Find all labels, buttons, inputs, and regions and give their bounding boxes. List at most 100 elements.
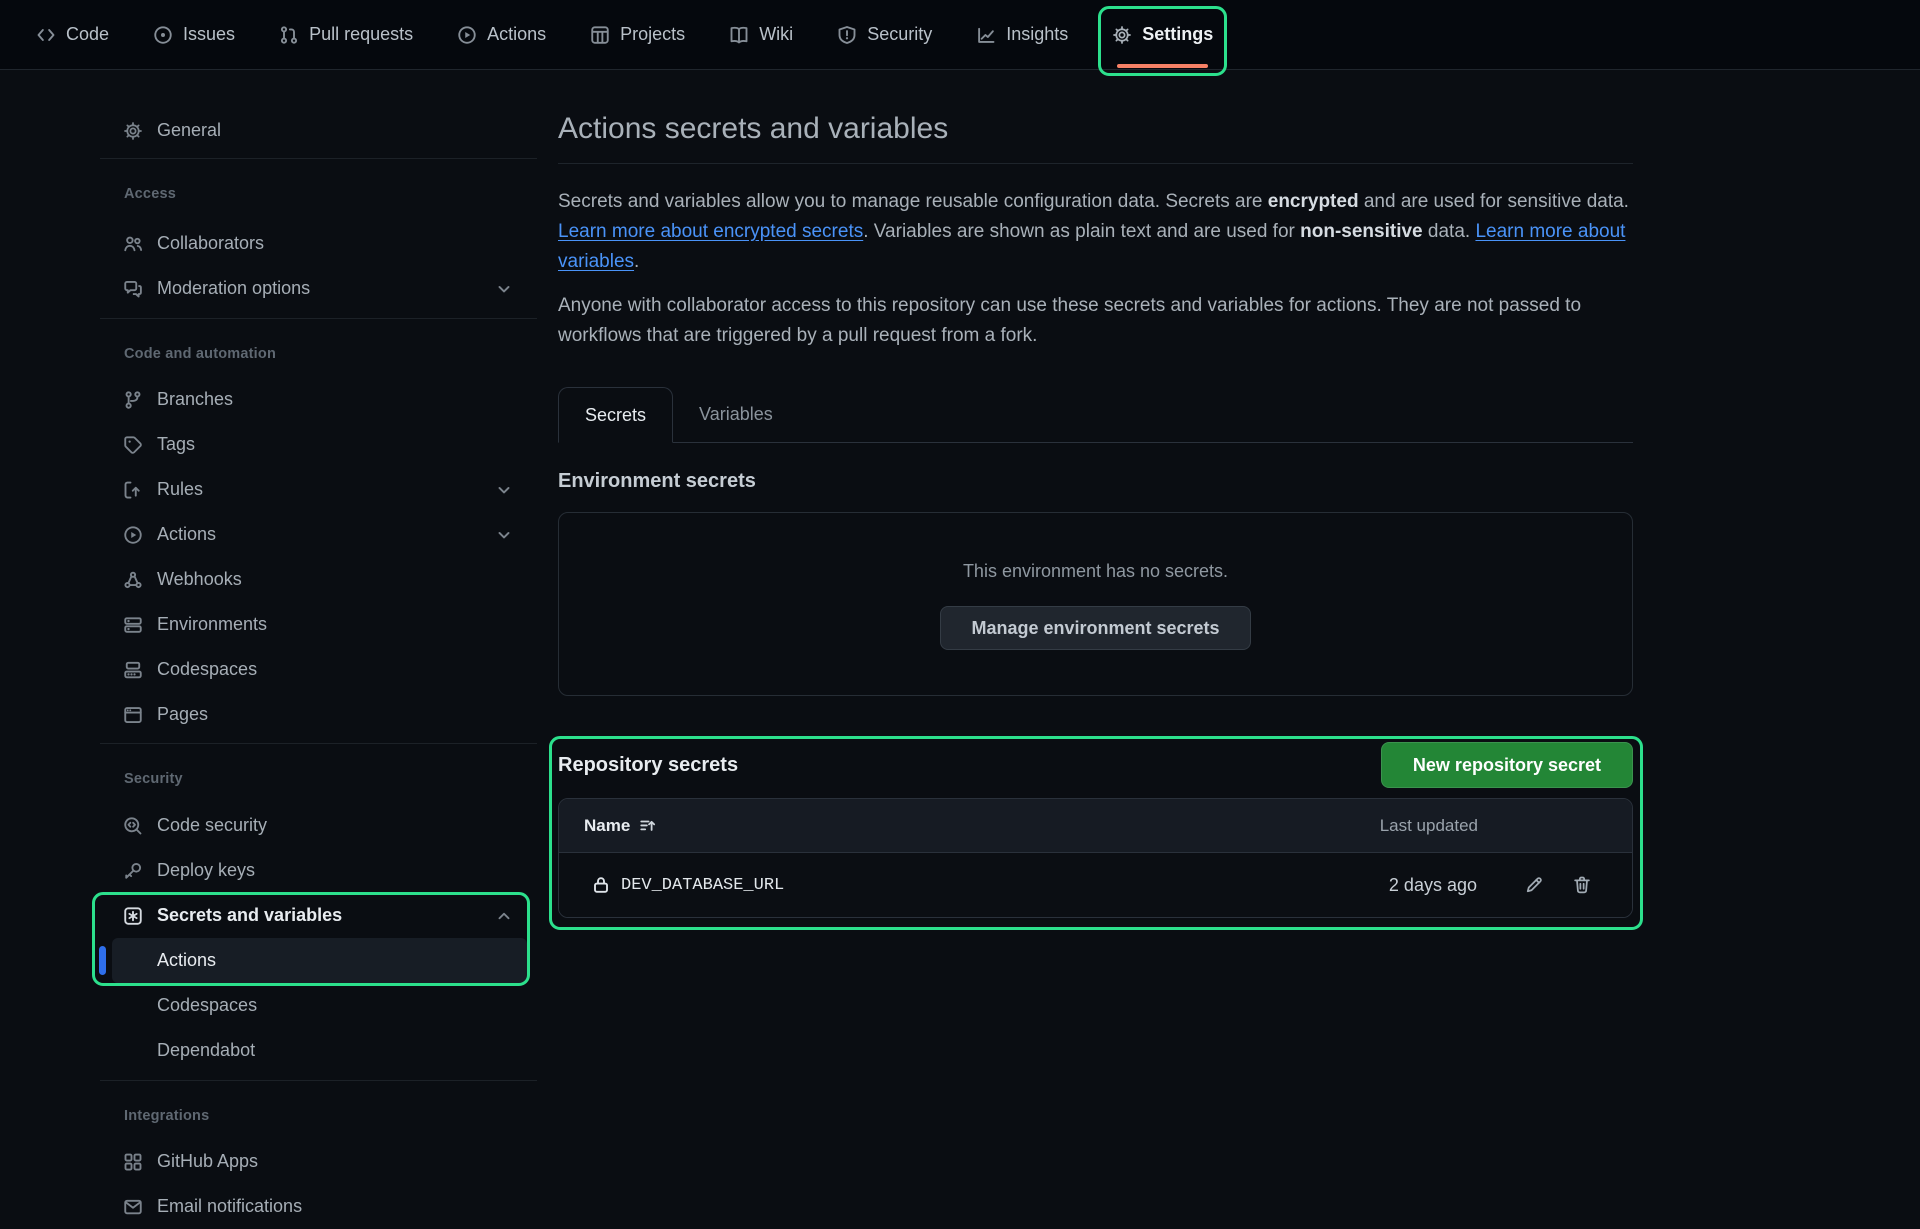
sidebar-subitem-label: Codespaces <box>157 995 257 1016</box>
sidebar-item-label: Collaborators <box>157 233 264 254</box>
rules-icon <box>123 480 143 500</box>
sidebar-divider <box>100 318 537 319</box>
sidebar-item-actions[interactable]: Actions <box>100 512 537 557</box>
edit-pencil-icon[interactable] <box>1524 875 1544 895</box>
environment-secrets-box: This environment has no secrets. Manage … <box>558 512 1633 696</box>
sidebar-item-secrets-and-variables[interactable]: Secrets and variables <box>100 893 537 938</box>
nav-item-issues[interactable]: Issues <box>153 0 235 69</box>
sidebar-divider <box>100 743 537 744</box>
sidebar-item-label: Email notifications <box>157 1196 302 1217</box>
secret-last-updated: 2 days ago <box>1389 875 1477 896</box>
sidebar-divider <box>100 158 537 159</box>
intro-bold-encrypted: encrypted <box>1268 191 1359 212</box>
sidebar-item-branches[interactable]: Branches <box>100 377 537 422</box>
sidebar-item-moderation-options[interactable]: Moderation options <box>100 266 537 311</box>
sidebar-item-label: Branches <box>157 389 233 410</box>
sidebar-item-label: GitHub Apps <box>157 1151 258 1172</box>
settings-sidebar: General Access Collaborators Moderation … <box>100 108 537 1229</box>
repository-secrets-header: Repository secrets New repository secret <box>558 742 1633 788</box>
secret-asterisk-icon <box>123 906 143 926</box>
comment-discussion-icon <box>123 279 143 299</box>
secret-name: DEV_DATABASE_URL <box>621 876 784 895</box>
code-icon <box>36 25 56 45</box>
sidebar-subitem-dependabot[interactable]: Dependabot <box>100 1028 537 1073</box>
column-header-name-label: Name <box>584 816 630 836</box>
nav-label: Issues <box>183 24 235 45</box>
codespaces-icon <box>123 660 143 680</box>
sidebar-item-tags[interactable]: Tags <box>100 422 537 467</box>
intro-text: . Variables are shown as plain text and … <box>863 221 1300 242</box>
play-circle-icon <box>123 525 143 545</box>
repository-secrets-table: Name Last updated DEV_DATABASE_URL 2 day… <box>558 798 1633 918</box>
gear-icon <box>123 121 143 141</box>
tab-secrets[interactable]: Secrets <box>558 387 673 443</box>
tag-icon <box>123 435 143 455</box>
git-branch-icon <box>123 390 143 410</box>
sidebar-subitem-label: Dependabot <box>157 1040 255 1061</box>
column-header-name[interactable]: Name <box>584 816 657 836</box>
key-icon <box>123 861 143 881</box>
sidebar-item-github-apps[interactable]: GitHub Apps <box>100 1139 537 1184</box>
sidebar-item-codespaces[interactable]: Codespaces <box>100 647 537 692</box>
sidebar-item-label: Webhooks <box>157 569 242 590</box>
secrets-variables-tabnav: Secrets Variables <box>558 387 1633 443</box>
new-repository-secret-button[interactable]: New repository secret <box>1381 742 1633 788</box>
sidebar-item-label: Rules <box>157 479 203 500</box>
sidebar-item-code-security[interactable]: Code security <box>100 803 537 848</box>
play-circle-icon <box>457 25 477 45</box>
sidebar-section-access: Access <box>100 183 537 205</box>
sidebar-item-email-notifications[interactable]: Email notifications <box>100 1184 537 1229</box>
table-header-row: Name Last updated <box>559 799 1632 853</box>
sidebar-item-label: General <box>157 120 221 141</box>
repository-secrets-heading: Repository secrets <box>558 754 738 776</box>
sidebar-item-webhooks[interactable]: Webhooks <box>100 557 537 602</box>
intro-text: Secrets and variables allow you to manag… <box>558 191 1268 212</box>
sidebar-item-general[interactable]: General <box>100 108 537 153</box>
page-title: Actions secrets and variables <box>558 112 1633 146</box>
sidebar-section-security: Security <box>100 768 537 790</box>
sidebar-item-environments[interactable]: Environments <box>100 602 537 647</box>
sidebar-section-code-and-automation: Code and automation <box>100 343 537 365</box>
sidebar-item-pages[interactable]: Pages <box>100 692 537 737</box>
column-header-last-updated: Last updated <box>1380 816 1478 836</box>
environment-empty-message: This environment has no secrets. <box>963 561 1228 582</box>
codescan-icon <box>123 816 143 836</box>
table-row: DEV_DATABASE_URL 2 days ago <box>559 853 1632 917</box>
sidebar-subitem-label: Actions <box>157 950 216 971</box>
nav-item-code[interactable]: Code <box>36 0 109 69</box>
link-learn-more-encrypted-secrets[interactable]: Learn more about encrypted secrets <box>558 221 863 242</box>
nav-item-actions[interactable]: Actions <box>457 0 546 69</box>
sidebar-item-label: Deploy keys <box>157 860 255 881</box>
tab-variables[interactable]: Variables <box>673 387 799 442</box>
git-pull-request-icon <box>279 25 299 45</box>
chevron-down-icon <box>495 280 513 298</box>
nav-label: Actions <box>487 24 546 45</box>
sidebar-section-integrations: Integrations <box>100 1105 537 1127</box>
sidebar-item-label: Actions <box>157 524 216 545</box>
intro-text: . <box>634 251 639 272</box>
apps-icon <box>123 1152 143 1172</box>
intro-text: and are used for sensitive data. <box>1359 191 1629 212</box>
sidebar-item-collaborators[interactable]: Collaborators <box>100 221 537 266</box>
trash-delete-icon[interactable] <box>1572 875 1592 895</box>
intro-paragraph-2: Anyone with collaborator access to this … <box>558 291 1633 351</box>
sidebar-subitem-codespaces[interactable]: Codespaces <box>100 983 537 1028</box>
nav-label: Code <box>66 24 109 45</box>
sidebar-item-rules[interactable]: Rules <box>100 467 537 512</box>
sidebar-subitem-actions[interactable]: Actions <box>112 938 527 983</box>
manage-environment-secrets-button[interactable]: Manage environment secrets <box>940 606 1250 650</box>
webhook-icon <box>123 570 143 590</box>
main-panel: Actions secrets and variables Secrets an… <box>558 0 1633 918</box>
intro-paragraph-1: Secrets and variables allow you to manag… <box>558 187 1633 277</box>
browser-icon <box>123 705 143 725</box>
nav-label: Pull requests <box>309 24 413 45</box>
sidebar-item-deploy-keys[interactable]: Deploy keys <box>100 848 537 893</box>
sidebar-item-label: Secrets and variables <box>157 905 342 926</box>
title-divider <box>558 163 1633 164</box>
secrets-and-variables-group: Secrets and variables Actions <box>100 893 537 983</box>
nav-item-pull-requests[interactable]: Pull requests <box>279 0 413 69</box>
sidebar-item-label: Codespaces <box>157 659 257 680</box>
lock-icon <box>591 875 611 895</box>
intro-bold-non-sensitive: non-sensitive <box>1300 221 1422 242</box>
sidebar-item-label: Pages <box>157 704 208 725</box>
